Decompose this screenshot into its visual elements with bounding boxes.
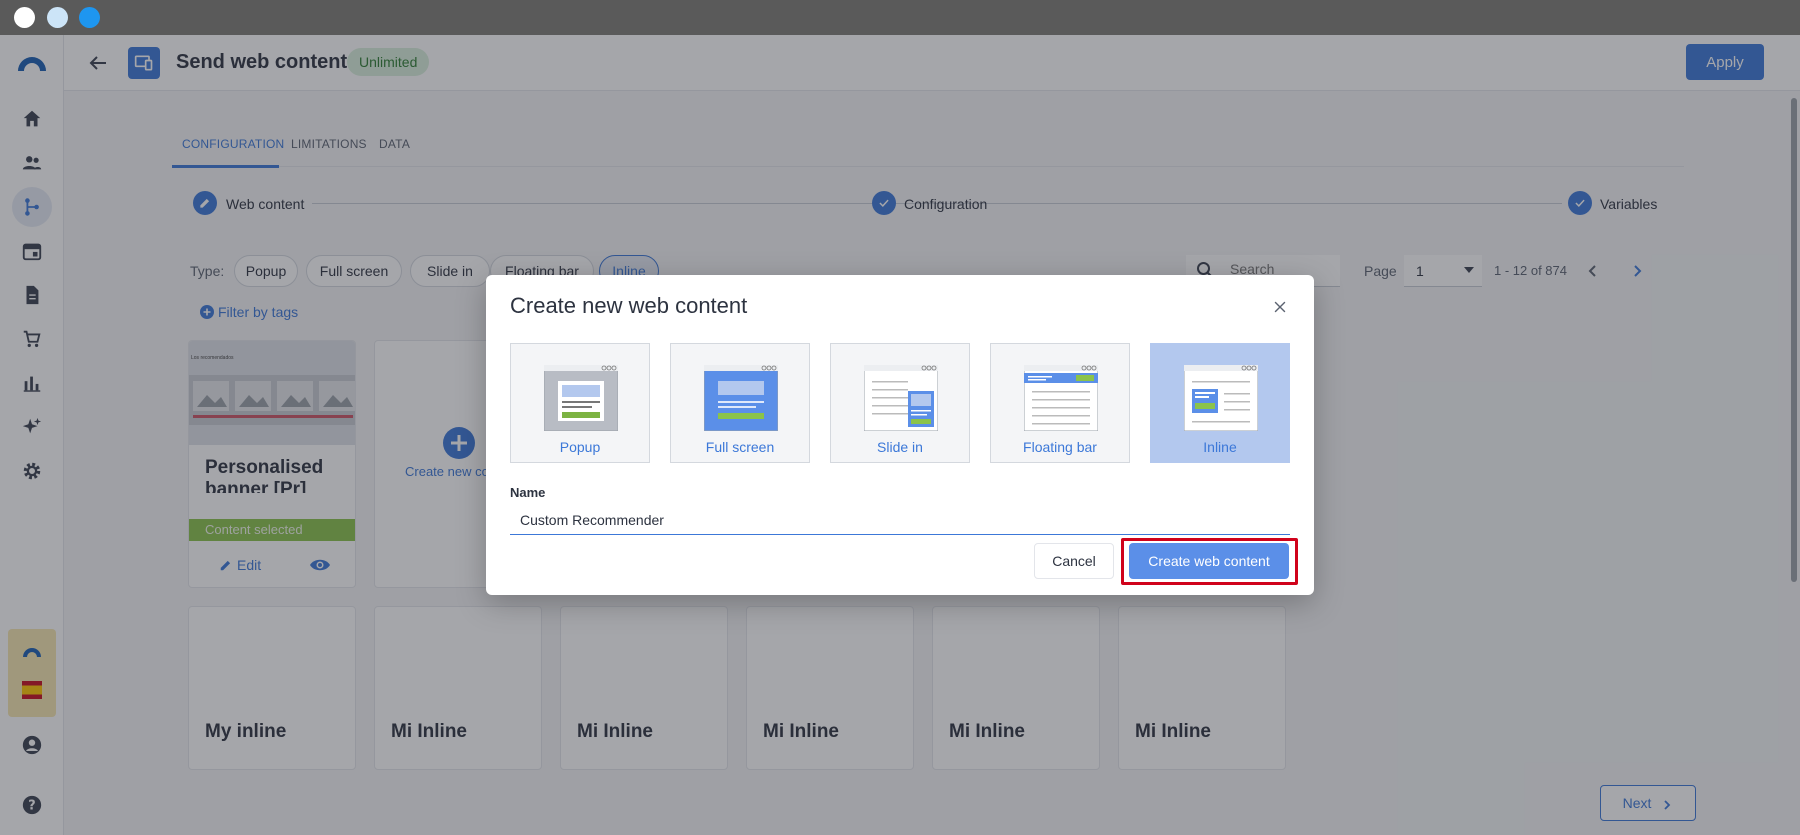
- window-titlebar: [0, 0, 1800, 35]
- create-button-highlight: [1121, 538, 1298, 585]
- name-field-label: Name: [510, 485, 546, 500]
- type-tile-floating-bar-label: Floating bar: [1023, 439, 1097, 455]
- type-tile-inline-label: Inline: [1203, 439, 1237, 455]
- window-minimize-button[interactable]: [47, 7, 68, 28]
- type-tile-popup-label: Popup: [559, 439, 601, 455]
- type-tile-slide-in[interactable]: Slide in: [830, 343, 970, 463]
- slide-in-illustration-icon: [863, 364, 939, 432]
- dialog-title: Create new web content: [510, 293, 748, 318]
- cancel-button[interactable]: Cancel: [1034, 543, 1114, 579]
- full-screen-illustration-icon: [703, 364, 779, 432]
- window-close-button[interactable]: [14, 7, 35, 28]
- window-maximize-button[interactable]: [79, 7, 100, 28]
- type-tile-full-screen-label: Full screen: [705, 439, 775, 455]
- type-tile-slide-in-label: Slide in: [877, 439, 923, 455]
- close-icon[interactable]: [1270, 297, 1290, 317]
- type-tile-inline[interactable]: Inline: [1150, 343, 1290, 463]
- name-input[interactable]: [510, 505, 1290, 535]
- type-tile-popup[interactable]: Popup: [510, 343, 650, 463]
- type-tile-floating-bar[interactable]: Floating bar: [990, 343, 1130, 463]
- floating-bar-illustration-icon: [1023, 364, 1099, 432]
- type-tile-full-screen[interactable]: Full screen: [670, 343, 810, 463]
- popup-illustration-icon: [543, 364, 619, 432]
- inline-illustration-icon: [1183, 364, 1259, 432]
